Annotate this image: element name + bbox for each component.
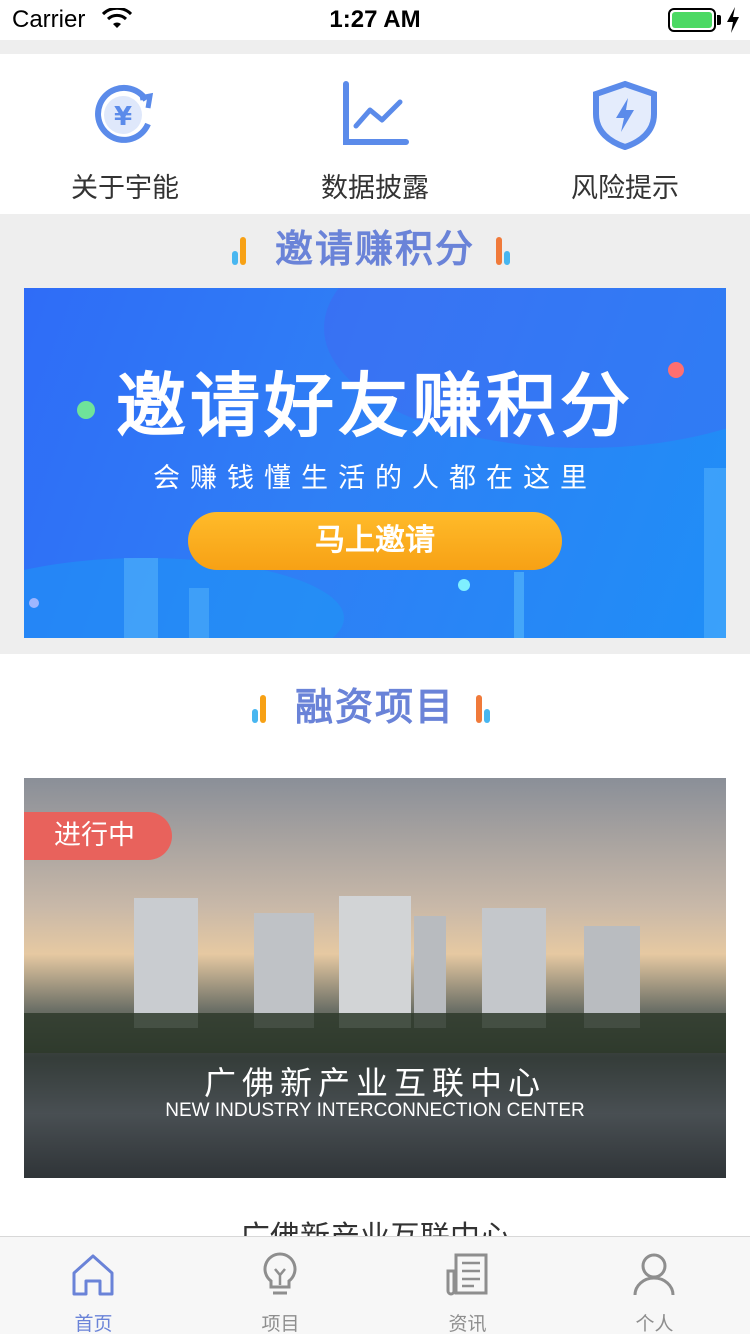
bar-deco-icon [230,233,256,265]
card-title-en: NEW INDUSTRY INTERCONNECTION CENTER [165,1100,585,1121]
tab-profile[interactable]: 个人 [561,1237,748,1334]
shield-bolt-icon [593,80,657,150]
menu-label-risk: 风险提示 [571,173,679,204]
tab-news[interactable]: 资讯 [374,1237,561,1334]
invite-section-header: 邀请赚积分 [0,214,750,284]
menu-item-risk[interactable]: 风险提示 [500,54,750,214]
battery-tip [717,15,721,25]
quick-menu: ¥ 关于宇能 数据披露 风险提示 [0,54,750,214]
invite-section-title: 邀请赚积分 [274,227,475,271]
status-badge: 进行中 [24,812,172,860]
project-card[interactable]: 进行中 广佛新产业互联中心 NEW INDUSTRY INTERCONNECTI… [24,778,726,1178]
tab-bar: 首页 项目 资讯 个人 [0,1236,750,1334]
tab-label-projects: 项目 [261,1313,300,1334]
menu-item-data[interactable]: 数据披露 [250,54,500,214]
battery-icon [668,8,716,32]
invite-subtitle: 会赚钱懂生活的人都在这里 [153,463,597,494]
menu-item-about[interactable]: ¥ 关于宇能 [0,54,250,214]
svg-text:¥: ¥ [114,102,132,132]
clock: 1:27 AM [329,6,421,33]
home-icon [72,1254,114,1296]
tab-projects[interactable]: 项目 [187,1237,374,1334]
status-bar: Carrier 1:27 AM [0,0,750,40]
invite-banner[interactable]: 邀请好友赚积分 会赚钱懂生活的人都在这里 马上邀请 [24,288,726,638]
card-title-cn: 广佛新产业互联中心 [203,1064,546,1102]
news-icon [446,1253,488,1296]
bar-deco-icon [474,691,500,723]
yuan-refresh-icon: ¥ [95,84,154,143]
tab-label-news: 资讯 [448,1313,487,1334]
menu-label-data: 数据披露 [321,173,429,204]
tab-label-profile: 个人 [635,1313,674,1334]
tab-home[interactable]: 首页 [0,1237,187,1334]
tab-label-home: 首页 [74,1313,113,1334]
menu-label-about: 关于宇能 [71,173,179,204]
lightbulb-icon [263,1252,297,1295]
bar-deco-icon [494,233,520,265]
charging-icon [727,7,739,33]
bar-deco-icon [250,691,276,723]
projects-section-header: 融资项目 [0,672,750,742]
invite-now-button[interactable]: 马上邀请 [188,512,562,570]
projects-section-title: 融资项目 [294,685,455,729]
person-icon [633,1253,675,1296]
invite-headline: 邀请好友赚积分 [116,365,634,447]
line-chart-icon [343,81,409,145]
